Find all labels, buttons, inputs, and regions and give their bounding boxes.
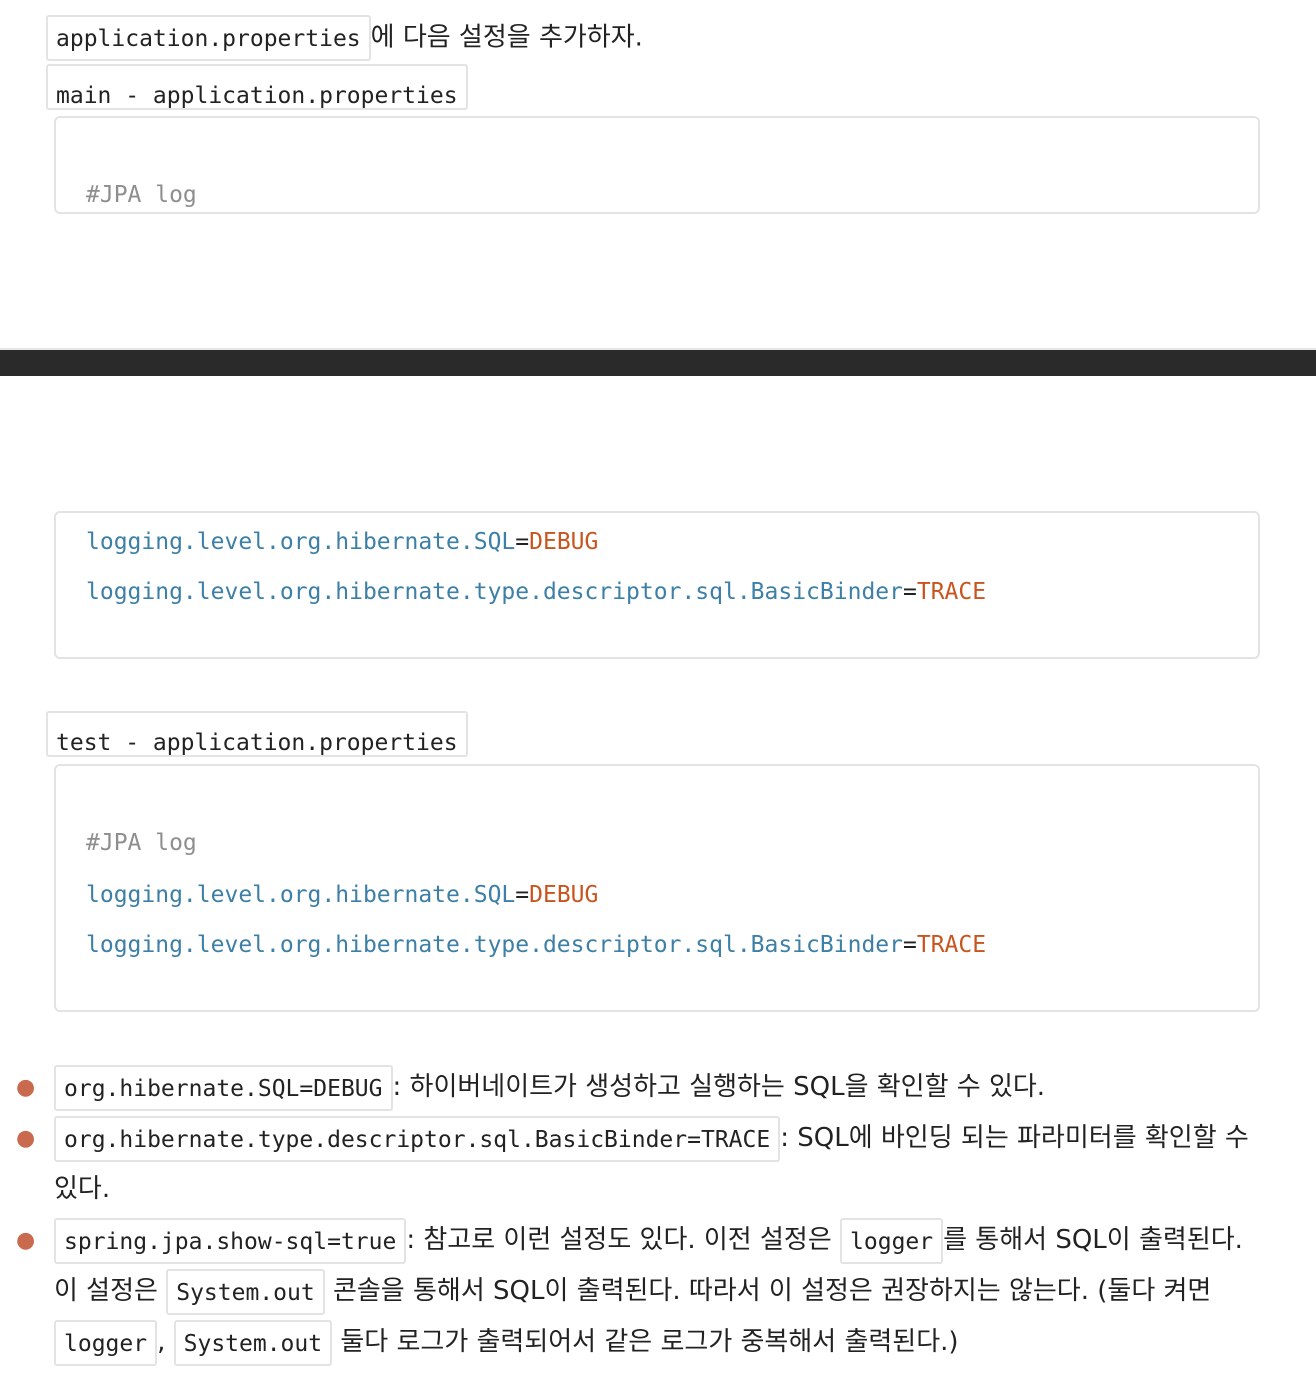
inline-code: org.hibernate.SQL=DEBUG: [54, 1064, 393, 1111]
inline-code-logger: logger: [54, 1319, 158, 1366]
test-file-label: test - application.properties: [46, 711, 468, 757]
test-code-line-2: logging.level.org.hibernate.type.descrip…: [86, 930, 986, 960]
divider-bar: [0, 348, 1316, 376]
code-value: TRACE: [916, 932, 987, 958]
list-item-text: 콘솔을 통해서 SQL이 출력된다. 따라서 이 설정은 권장하지는 않는다. …: [324, 1276, 1212, 1306]
bullet-list: ● org.hibernate.SQL=DEBUG: 하이버네이트가 생성하고 …: [0, 1062, 1316, 1368]
inline-code-system-out: System.out: [166, 1268, 325, 1315]
code-key: logging.level.org.hibernate.type.descrip…: [86, 579, 903, 605]
inline-code-logger: logger: [840, 1217, 944, 1264]
main-file-label: main - application.properties: [46, 64, 468, 110]
intro-text: 에 다음 설정을 추가하자.: [370, 22, 643, 53]
list-item-text: : 하이버네이트가 생성하고 실행하는 SQL을 확인할 수 있다.: [392, 1072, 1046, 1102]
list-item-text: 둘다 로그가 출력되어서 같은 로그가 중복해서 출력된다.): [332, 1327, 959, 1357]
list-item: ● org.hibernate.type.descriptor.sql.Basi…: [0, 1113, 1316, 1215]
document-page: application.properties 에 다음 설정을 추가하자. mai…: [0, 0, 1316, 1396]
main-code-block: #JPA log: [54, 116, 1260, 214]
bullet-dot-icon: ●: [16, 1228, 36, 1253]
list-item-text: : 참고로 이런 설정도 있다. 이전 설정은: [406, 1225, 841, 1255]
inline-code-system-out: System.out: [173, 1319, 333, 1366]
code-key: logging.level.org.hibernate.type.descrip…: [86, 932, 903, 958]
code-equals: =: [902, 579, 917, 605]
test-comment-line: #JPA log: [86, 830, 197, 856]
bullet-dot-icon: ●: [16, 1075, 36, 1100]
test-code-block: #JPA log logging.level.org.hibernate.SQL…: [54, 764, 1260, 1012]
code-equals: =: [515, 882, 530, 908]
main-comment-line: #JPA log: [86, 182, 197, 208]
code-value: DEBUG: [529, 529, 599, 555]
inline-code: org.hibernate.type.descriptor.sql.BasicB…: [54, 1115, 781, 1162]
main-code-line-2: logging.level.org.hibernate.type.descrip…: [86, 577, 986, 607]
main-code-block-continued: logging.level.org.hibernate.SQL=DEBUG lo…: [54, 511, 1260, 659]
list-item: ● org.hibernate.SQL=DEBUG: 하이버네이트가 생성하고 …: [0, 1062, 1316, 1113]
code-key: logging.level.org.hibernate.SQL: [86, 529, 516, 555]
inline-code: spring.jpa.show-sql=true: [54, 1217, 407, 1264]
main-code-line-1: logging.level.org.hibernate.SQL=DEBUG: [86, 527, 598, 557]
inline-code-application-properties: application.properties: [46, 14, 371, 61]
code-value: DEBUG: [529, 882, 599, 908]
list-item: ● spring.jpa.show-sql=true: 참고로 이런 설정도 있…: [0, 1215, 1316, 1368]
intro-paragraph: application.properties 에 다음 설정을 추가하자.: [46, 12, 643, 63]
test-code-line-1: logging.level.org.hibernate.SQL=DEBUG: [86, 880, 598, 910]
code-equals: =: [902, 932, 917, 958]
code-key: logging.level.org.hibernate.SQL: [86, 882, 516, 908]
bullet-dot-icon: ●: [16, 1126, 36, 1151]
code-equals: =: [515, 529, 530, 555]
code-value: TRACE: [916, 579, 987, 605]
list-item-text: ,: [157, 1327, 174, 1357]
